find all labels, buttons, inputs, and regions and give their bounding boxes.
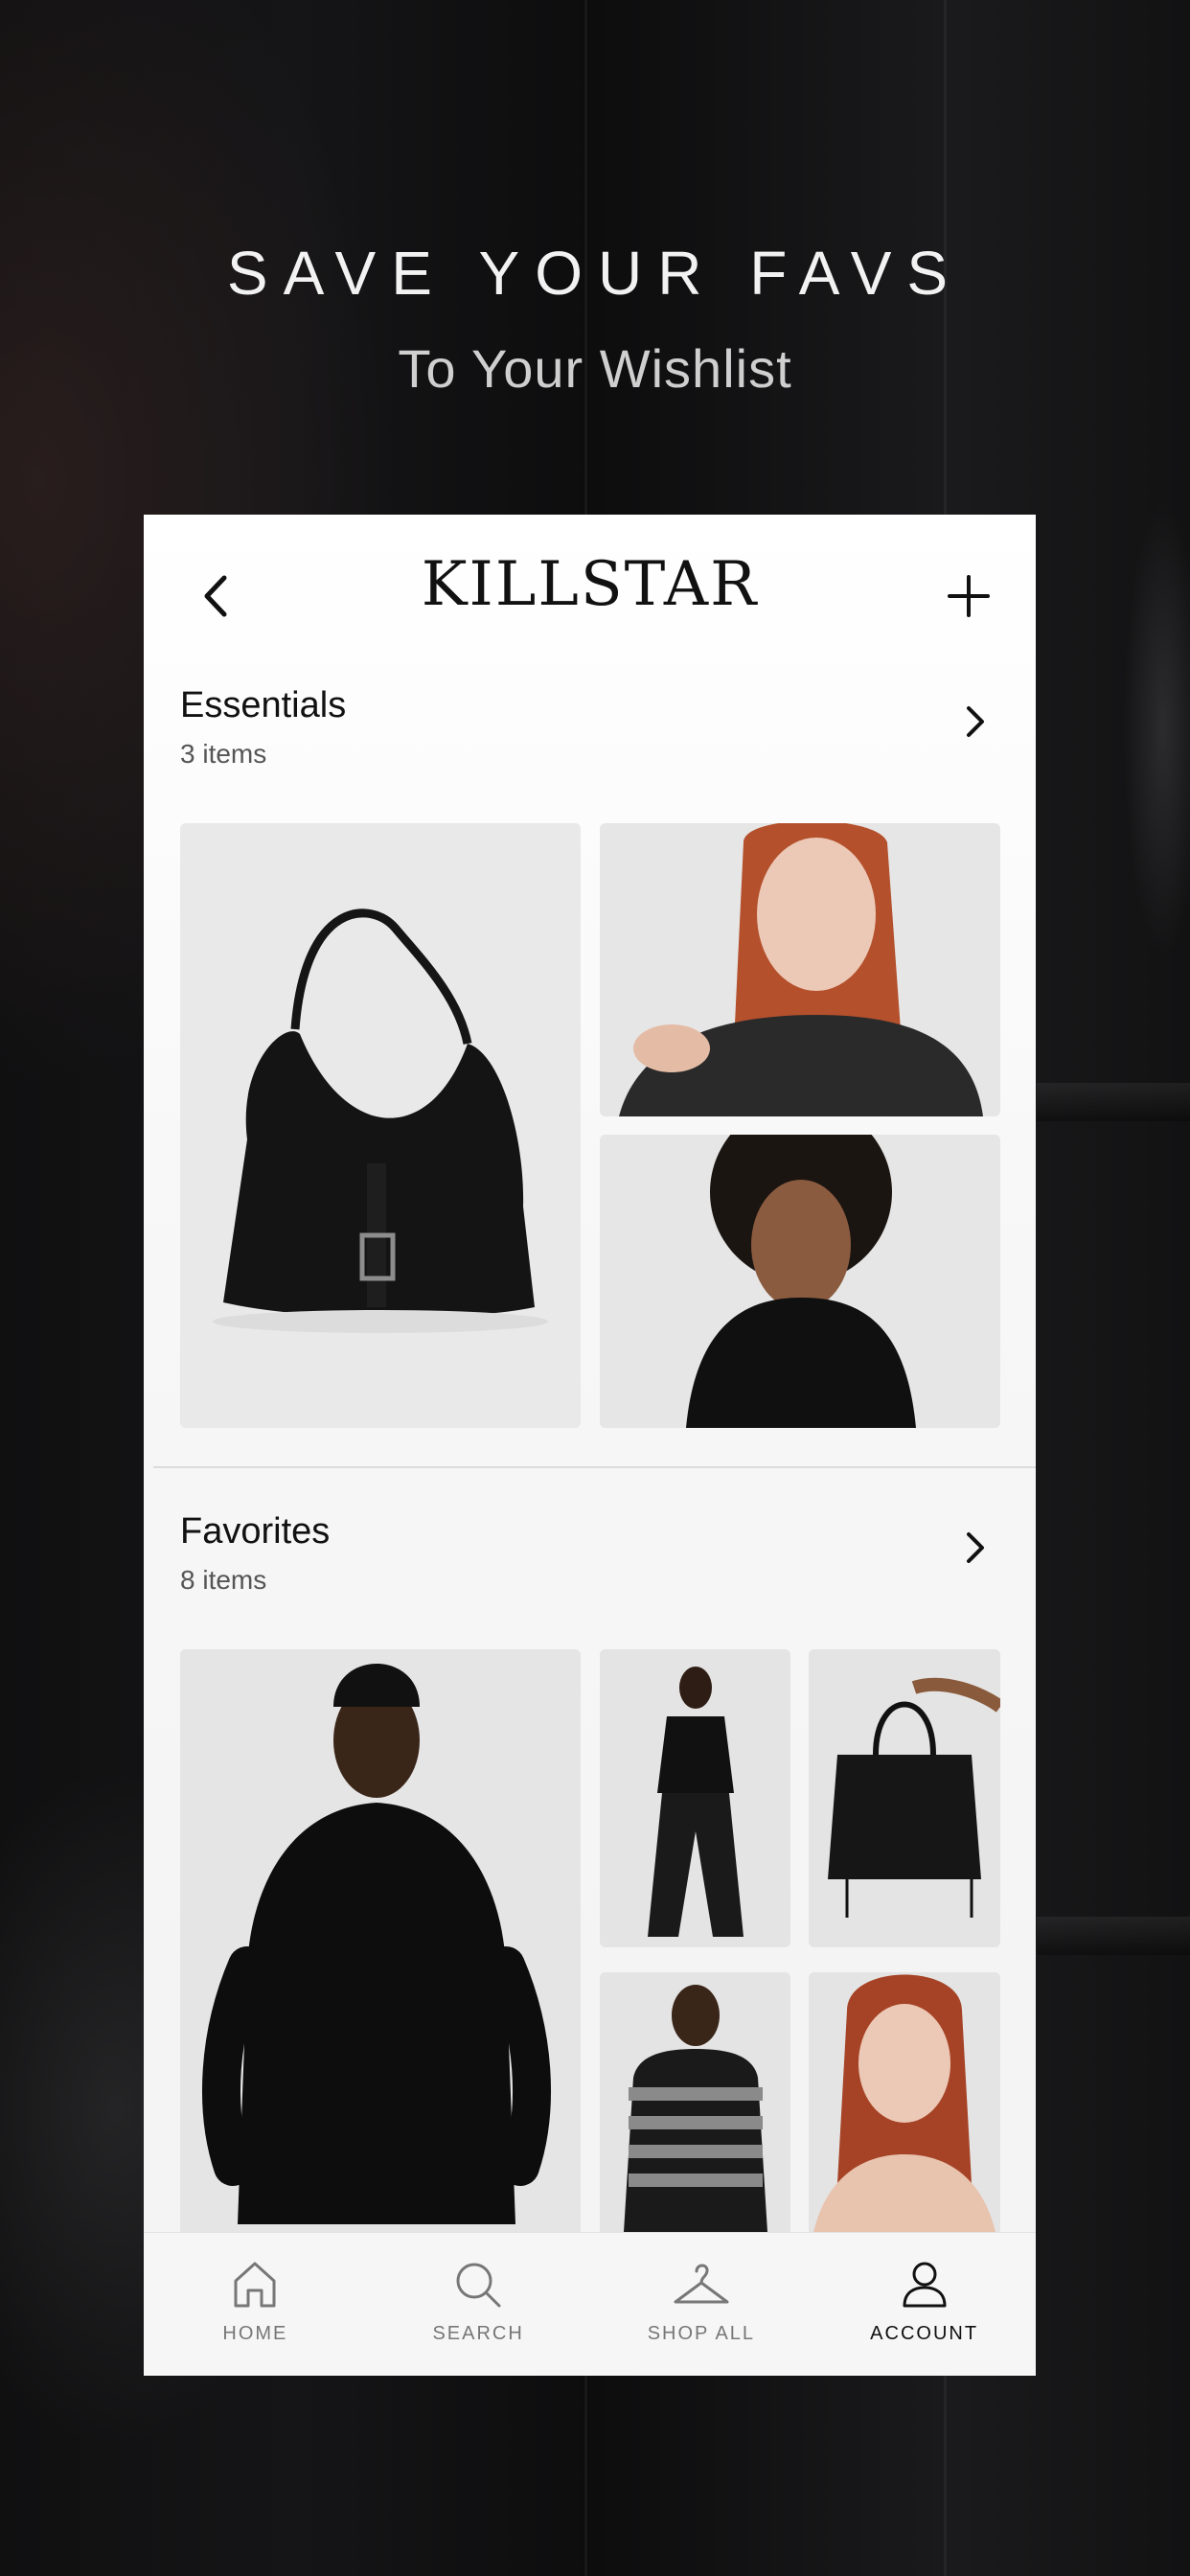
chevron-right-icon [967,1532,984,1563]
model-photo [180,1649,581,2232]
app-screen: KILLSTAR Essentials 3 items Favorites 8 … [144,515,1036,2376]
wall-moulding [1037,1083,1190,1121]
mirror-ornament [1123,498,1190,958]
top-bar: KILLSTAR [144,515,1036,668]
tab-search[interactable]: SEARCH [367,2233,590,2376]
promo-subheadline: To Your Wishlist [398,338,792,399]
tab-home[interactable]: HOME [144,2233,367,2376]
collection-open-button[interactable] [951,1519,999,1576]
model-photo [600,1135,1000,1428]
tab-label: ACCOUNT [870,2323,979,2344]
section-divider [153,1466,1036,1468]
tab-account[interactable]: ACCOUNT [812,2233,1036,2376]
collection-item-count: 8 items [180,1565,267,1595]
add-collection-button[interactable] [940,567,997,625]
essentials-image-bag[interactable] [180,823,581,1428]
brand-logo-text: KILLSTAR [421,549,759,620]
collection-title: Favorites [180,1511,331,1552]
tab-shop-all[interactable]: SHOP ALL [590,2233,813,2376]
model-photo [600,823,1000,1116]
model-photo [600,1649,790,1947]
tab-label: HOME [222,2323,288,2344]
favorites-image-dress[interactable] [180,1649,581,2232]
essentials-image-model-1[interactable] [600,823,1000,1116]
plus-icon [948,575,990,617]
home-icon [234,2262,276,2308]
model-photo [809,1972,1000,2232]
favorites-image-portrait[interactable] [809,1972,1000,2232]
hobo-bag-image [180,823,581,1428]
search-icon [456,2263,501,2308]
bottom-tab-bar: HOME SEARCH SHOP ALL ACCOUNT [144,2232,1036,2376]
collection-title: Essentials [180,685,347,725]
tab-label: SHOP ALL [647,2323,756,2344]
tab-label: SEARCH [432,2323,524,2344]
essentials-image-model-2[interactable] [600,1135,1000,1428]
brand-logo[interactable]: KILLSTAR [144,549,1036,620]
collection-open-button[interactable] [951,693,999,750]
favorites-image-striped[interactable] [600,1972,790,2232]
chevron-right-icon [967,706,984,737]
hanger-icon [674,2264,729,2304]
collection-favorites-header[interactable]: Favorites 8 items [180,1511,999,1626]
user-icon [903,2262,947,2308]
promo-headline: SAVE YOUR FAVS [226,239,964,308]
collection-item-count: 3 items [180,739,267,769]
wall-moulding [1037,1917,1190,1955]
model-photo [600,1972,790,2232]
favorites-image-outfit[interactable] [600,1649,790,1947]
favorites-image-tote[interactable] [809,1649,1000,1947]
tote-bag-image [809,1649,1000,1947]
